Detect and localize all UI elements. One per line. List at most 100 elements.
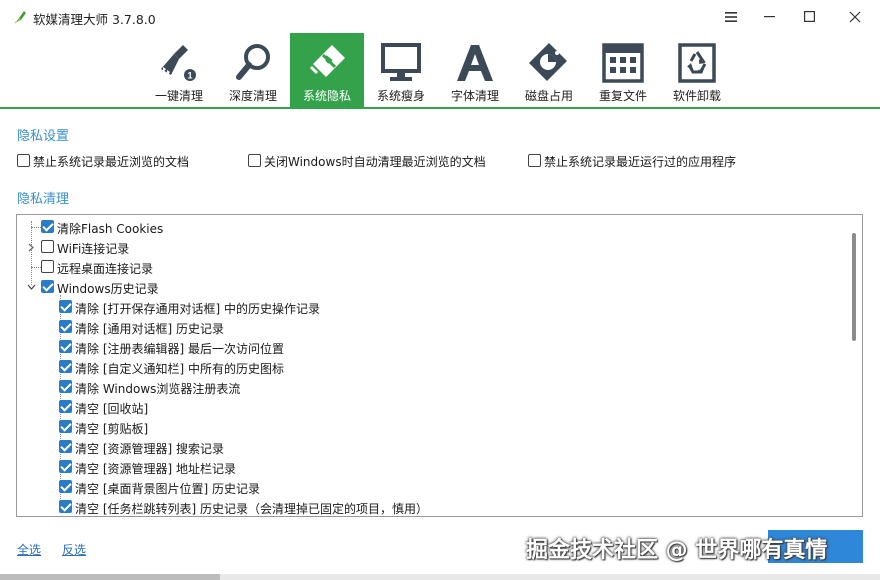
- tree-label: 清除 [注册表编辑器] 最后一次访问位置: [75, 342, 284, 356]
- font-icon: [457, 45, 493, 81]
- tree-label: Windows历史记录: [57, 282, 159, 296]
- main-toolbar: 1 一键清理 深度清理 系统隐私 系统瘦身 字体清理 磁盘占用 重复文件 软件卸…: [0, 33, 880, 108]
- tree-row[interactable]: 清空 [剪贴板]: [17, 417, 847, 437]
- tree-checkbox[interactable]: [41, 220, 54, 233]
- eraser-icon: [309, 45, 345, 77]
- tab-deep-clean[interactable]: 深度清理: [216, 33, 290, 107]
- monitor-icon: [381, 43, 421, 81]
- minimize-button[interactable]: [750, 0, 788, 33]
- tree-label: 清空 [任务栏跳转列表] 历史记录（会清理掉已固定的项目，慎用）: [75, 502, 428, 516]
- window-title: 软媒清理大师 3.7.8.0: [33, 12, 156, 27]
- app-logo-icon: [14, 11, 26, 24]
- close-icon: [849, 11, 861, 22]
- tree-label: 清空 [资源管理器] 地址栏记录: [75, 462, 236, 476]
- tab-label: 系统隐私: [302, 89, 351, 103]
- privacy-clean-tree[interactable]: 清除Flash Cookies WiFi连接记录 远程桌面连接记录 Window…: [16, 214, 863, 517]
- bottom-strip: [0, 574, 880, 580]
- tree-label: 清除 [自定义通知栏] 中所有的历史图标: [75, 362, 284, 376]
- privacy-option-checkbox[interactable]: [528, 154, 541, 167]
- disk-icon: [529, 43, 567, 81]
- tree-row[interactable]: 清除 Windows浏览器注册表流: [17, 377, 847, 397]
- tree-checkbox[interactable]: [41, 240, 54, 253]
- collapse-button[interactable]: [26, 282, 36, 292]
- chevron-right-icon: [28, 243, 34, 251]
- tree-label: 清空 [剪贴板]: [75, 422, 149, 436]
- tree-row[interactable]: 清除 [打开保存通用对话框] 中的历史操作记录: [17, 297, 847, 317]
- tree-checkbox[interactable]: [59, 480, 72, 493]
- tree-checkbox[interactable]: [59, 320, 72, 333]
- expand-button[interactable]: [26, 242, 36, 252]
- tree-row[interactable]: 清空 [任务栏跳转列表] 历史记录（会清理掉已固定的项目，慎用）: [17, 497, 847, 516]
- tree-scrollbar[interactable]: [846, 215, 862, 516]
- tree-label: 清除 [通用对话框] 历史记录: [75, 322, 224, 336]
- tab-one-click-clean[interactable]: 1 一键清理: [142, 33, 216, 107]
- tree-label: WiFi连接记录: [57, 242, 130, 256]
- tree-checkbox[interactable]: [59, 300, 72, 313]
- tree-row[interactable]: 清除 [通用对话框] 历史记录: [17, 317, 847, 337]
- magnifier-icon: [236, 44, 270, 80]
- tree-row[interactable]: 清除 [自定义通知栏] 中所有的历史图标: [17, 357, 847, 377]
- tree-row[interactable]: 清除 [注册表编辑器] 最后一次访问位置: [17, 337, 847, 357]
- select-all-link[interactable]: 全选: [17, 541, 41, 558]
- tab-system-privacy[interactable]: 系统隐私: [290, 33, 364, 107]
- recycle-icon: [678, 43, 716, 83]
- tree-label: 清除 Windows浏览器注册表流: [75, 382, 241, 396]
- tree-checkbox[interactable]: [59, 400, 72, 413]
- tree-checkbox[interactable]: [59, 440, 72, 453]
- privacy-option-checkbox[interactable]: [248, 154, 261, 167]
- title-bar: 软媒清理大师 3.7.8.0: [0, 0, 880, 33]
- tree-row[interactable]: 清空 [资源管理器] 地址栏记录: [17, 457, 847, 477]
- tab-label: 磁盘占用: [524, 89, 573, 103]
- tree-row[interactable]: 清空 [桌面背景图片位置] 历史记录: [17, 477, 847, 497]
- chevron-down-icon: [27, 284, 35, 290]
- tab-label: 一键清理: [154, 89, 203, 103]
- broom-icon: 1: [161, 45, 196, 81]
- privacy-option-label[interactable]: 禁止系统记录最近运行过的应用程序: [544, 153, 736, 170]
- menu-icon: [725, 11, 737, 22]
- tree-row[interactable]: Windows历史记录: [17, 277, 847, 297]
- tree-row[interactable]: 清空 [资源管理器] 搜索记录: [17, 437, 847, 457]
- privacy-option-checkbox[interactable]: [17, 154, 30, 167]
- tree-row[interactable]: 远程桌面连接记录: [17, 257, 847, 277]
- privacy-option-label[interactable]: 关闭Windows时自动清理最近浏览的文档: [264, 153, 486, 170]
- tree-label: 清空 [资源管理器] 搜索记录: [75, 442, 224, 456]
- tab-label: 深度清理: [228, 89, 277, 103]
- tree-label: 清空 [回收站]: [75, 402, 149, 416]
- tab-label: 软件卸载: [672, 89, 721, 103]
- tab-software-uninstall[interactable]: 软件卸载: [660, 33, 734, 107]
- tab-label: 字体清理: [450, 89, 499, 103]
- tab-label: 重复文件: [598, 89, 647, 103]
- tree-checkbox[interactable]: [41, 260, 54, 273]
- tab-label: 系统瘦身: [376, 89, 425, 103]
- tree-checkbox[interactable]: [59, 340, 72, 353]
- close-button[interactable]: [830, 0, 880, 33]
- tree-row[interactable]: 清空 [回收站]: [17, 397, 847, 417]
- tree-checkbox[interactable]: [59, 500, 72, 513]
- tree-checkbox[interactable]: [59, 460, 72, 473]
- tree-checkbox[interactable]: [41, 280, 54, 293]
- svg-text:1: 1: [187, 71, 192, 81]
- tree-row[interactable]: WiFi连接记录: [17, 237, 847, 257]
- privacy-clean-title: 隐私清理: [17, 192, 70, 207]
- tree-checkbox[interactable]: [59, 360, 72, 373]
- privacy-settings-title: 隐私设置: [17, 129, 70, 144]
- tree-checkbox[interactable]: [59, 380, 72, 393]
- tree-label: 清除Flash Cookies: [57, 222, 164, 236]
- maximize-icon: [803, 11, 815, 22]
- menu-button[interactable]: [712, 0, 750, 33]
- toolbar-divider: [0, 107, 880, 109]
- watermark-text: 掘金技术社区 @ 世界哪有真情: [526, 538, 828, 563]
- scrollbar-thumb[interactable]: [852, 233, 856, 341]
- tab-duplicate-files[interactable]: 重复文件: [586, 33, 660, 107]
- maximize-button[interactable]: [790, 0, 828, 33]
- tree-label: 远程桌面连接记录: [57, 262, 154, 276]
- privacy-option-label[interactable]: 禁止系统记录最近浏览的文档: [33, 153, 189, 170]
- tree-row[interactable]: 清除Flash Cookies: [17, 217, 847, 237]
- invert-selection-link[interactable]: 反选: [62, 541, 86, 558]
- minimize-icon: [763, 15, 775, 17]
- tab-system-slim[interactable]: 系统瘦身: [364, 33, 438, 107]
- tab-font-clean[interactable]: 字体清理: [438, 33, 512, 107]
- tab-disk-usage[interactable]: 磁盘占用: [512, 33, 586, 107]
- tree-label: 清空 [桌面背景图片位置] 历史记录: [75, 482, 260, 496]
- tree-checkbox[interactable]: [59, 420, 72, 433]
